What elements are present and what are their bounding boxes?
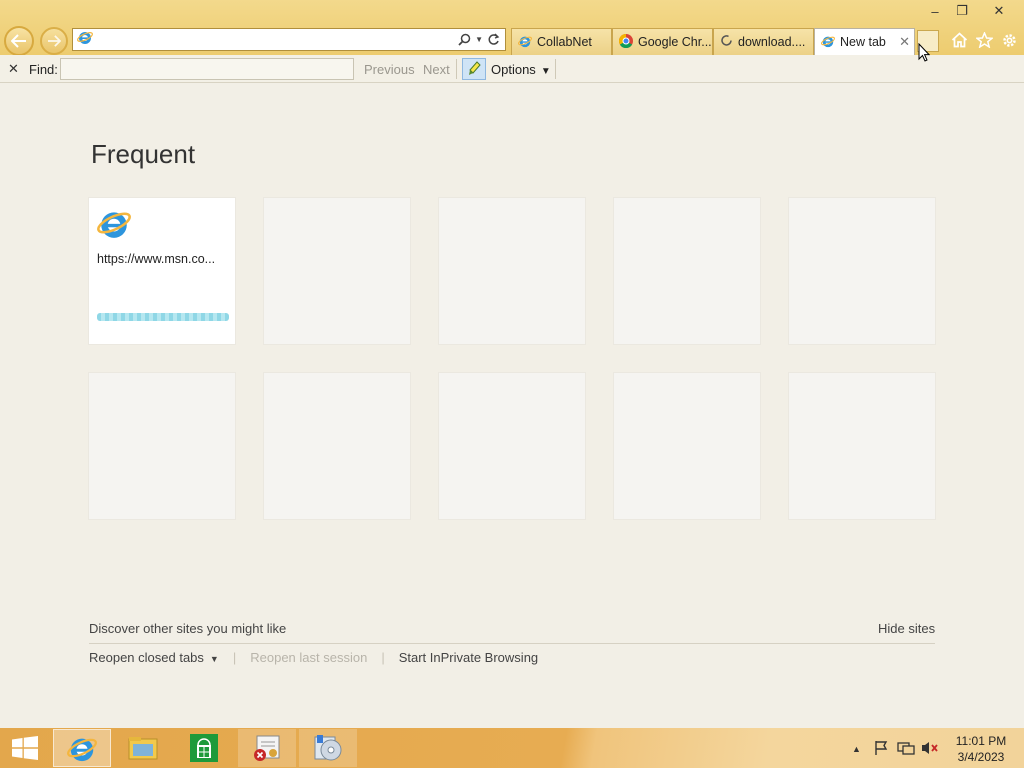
close-tab-icon[interactable]: ✕ — [899, 34, 910, 50]
hide-sites-link[interactable]: Hide sites — [878, 621, 935, 636]
frequent-tile-empty — [263, 197, 411, 345]
chrome-icon — [618, 33, 633, 51]
find-next-button[interactable]: Next — [423, 62, 450, 77]
frequent-tile-empty — [613, 197, 761, 345]
disc-install-icon — [314, 735, 342, 761]
frequent-tile-empty — [788, 372, 936, 520]
forward-button[interactable] — [40, 27, 68, 55]
frequent-tile[interactable]: https://www.msn.co... — [88, 197, 236, 345]
frequent-tile-empty — [613, 372, 761, 520]
options-label: Options — [491, 62, 536, 77]
chevron-down-icon: ▼ — [209, 654, 219, 664]
system-clock[interactable]: 11:01 PM 3/4/2023 — [950, 733, 1012, 765]
ie-icon — [97, 206, 131, 245]
address-bar[interactable]: ▼ — [72, 28, 506, 51]
tab-collabnet[interactable]: CollabNet — [511, 28, 612, 55]
close-find-icon[interactable]: ✕ — [8, 61, 19, 77]
address-input[interactable] — [93, 30, 459, 49]
highlight-matches-button[interactable] — [462, 58, 486, 80]
back-button[interactable] — [4, 26, 34, 56]
taskbar-internet-explorer[interactable] — [53, 729, 111, 767]
loading-icon — [720, 34, 733, 50]
start-button[interactable] — [0, 729, 50, 767]
frequent-tile-empty — [438, 372, 586, 520]
chevron-down-icon[interactable]: ▼ — [475, 35, 483, 44]
separator: | — [381, 650, 385, 665]
ie-icon — [77, 29, 93, 50]
inprivate-browsing-link[interactable]: Start InPrivate Browsing — [399, 650, 538, 665]
restore-button[interactable]: ❐ — [947, 0, 977, 22]
separator — [456, 59, 457, 79]
divider — [89, 643, 935, 644]
folder-icon — [128, 737, 158, 760]
frequent-tile-empty — [438, 197, 586, 345]
reopen-closed-tabs-button[interactable]: Reopen closed tabs ▼ — [89, 650, 219, 665]
find-bar: ✕ Find: Previous Next Options ▼ — [0, 55, 1024, 83]
find-previous-button[interactable]: Previous — [364, 62, 415, 77]
clock-time: 11:01 PM — [955, 734, 1007, 748]
taskbar-store[interactable] — [175, 729, 233, 767]
store-icon — [190, 734, 218, 762]
chevron-down-icon: ▼ — [540, 66, 551, 77]
ie-icon — [67, 738, 97, 762]
volume-muted-icon[interactable] — [921, 740, 939, 759]
visit-frequency-bar — [97, 313, 229, 321]
network-icon[interactable] — [897, 740, 915, 759]
ie-icon — [821, 34, 835, 51]
discover-sites-link[interactable]: Discover other sites you might like — [89, 621, 286, 636]
arrow-right-icon — [47, 35, 61, 47]
reopen-closed-tabs-label: Reopen closed tabs — [89, 650, 204, 665]
page-title: Frequent — [91, 139, 196, 169]
home-icon[interactable] — [949, 30, 969, 50]
browser-frame: – ❐ ✕ ▼ CollabNet Google Chr... download… — [0, 0, 1024, 56]
minimize-button[interactable]: – — [920, 0, 950, 22]
windows-logo-icon — [12, 736, 38, 760]
find-options-button[interactable]: Options ▼ — [491, 62, 551, 77]
find-label: Find: — [29, 62, 58, 77]
tile-url: https://www.msn.co... — [97, 252, 216, 266]
taskbar-app[interactable] — [238, 729, 296, 767]
refresh-icon[interactable] — [487, 33, 500, 46]
frequent-tile-empty — [88, 372, 236, 520]
taskbar: ▲ 11:01 PM 3/4/2023 — [0, 728, 1024, 768]
frequent-tile-empty — [788, 197, 936, 345]
certificate-error-icon — [254, 735, 280, 761]
ie-icon — [518, 34, 532, 51]
frequent-tile-empty — [263, 372, 411, 520]
tab-label: CollabNet — [537, 35, 592, 49]
tab-label: New tab — [840, 35, 886, 49]
separator — [555, 59, 556, 79]
taskbar-file-explorer[interactable] — [114, 729, 172, 767]
arrow-left-icon — [11, 34, 26, 48]
bottom-links: Reopen closed tabs ▼ | Reopen last sessio… — [89, 650, 538, 665]
favorites-star-icon[interactable] — [974, 30, 994, 50]
mouse-cursor-icon — [918, 43, 930, 62]
action-center-flag-icon[interactable] — [873, 740, 889, 759]
reopen-last-session-link[interactable]: Reopen last session — [250, 650, 367, 665]
gear-icon[interactable] — [999, 30, 1019, 50]
search-icon[interactable] — [458, 33, 471, 46]
tab-new-tab[interactable]: New tab ✕ — [814, 28, 915, 55]
separator: | — [232, 650, 237, 665]
show-hidden-icons-button[interactable]: ▲ — [852, 744, 861, 754]
highlighter-icon — [469, 61, 481, 75]
tab-google-chrome[interactable]: Google Chr... — [612, 28, 713, 55]
close-window-button[interactable]: ✕ — [983, 0, 1015, 22]
tab-download[interactable]: download.... — [713, 28, 814, 55]
clock-date: 3/4/2023 — [957, 750, 1005, 764]
tab-label: Google Chr... — [638, 35, 712, 49]
find-input[interactable] — [60, 58, 354, 80]
taskbar-app[interactable] — [299, 729, 357, 767]
tab-label: download.... — [738, 35, 806, 49]
